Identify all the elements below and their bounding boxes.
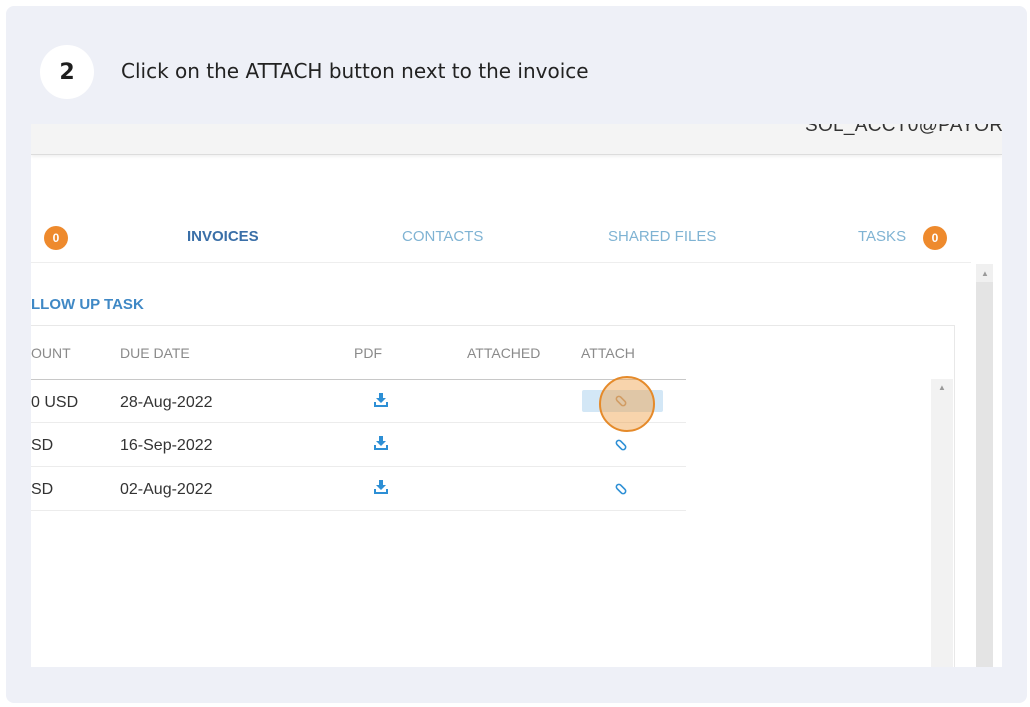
tab-divider — [31, 262, 971, 263]
pdf-download-icon[interactable] — [374, 393, 388, 407]
tasks-count-badge: 0 — [923, 226, 947, 250]
scroll-up-arrow-icon[interactable]: ▲ — [981, 270, 989, 278]
column-header-attach[interactable]: ATTACH — [581, 345, 635, 361]
column-header-pdf[interactable]: PDF — [354, 345, 382, 361]
step-number-badge: 2 — [40, 45, 94, 99]
header-divider — [31, 379, 686, 380]
row-amount: 0 USD — [31, 394, 79, 411]
page-scrollbar-thumb[interactable] — [976, 282, 993, 667]
attach-paperclip-icon[interactable] — [614, 482, 628, 496]
grid-scrollbar[interactable]: ▲ — [931, 379, 953, 667]
column-header-amount[interactable]: OUNT — [31, 345, 71, 361]
user-email[interactable]: SOL_ACCT0@PAYORCRM.( — [805, 124, 1002, 137]
column-header-due-date[interactable]: DUE DATE — [120, 345, 190, 361]
app-screenshot: SOL_ACCT0@PAYORCRM.( 0 INVOICES CONTACTS… — [31, 124, 1002, 667]
row-due-date: 28-Aug-2022 — [120, 394, 213, 411]
row-amount: SD — [31, 437, 54, 454]
row-divider — [31, 466, 686, 467]
row-divider — [31, 422, 686, 423]
pdf-download-icon[interactable] — [374, 480, 388, 494]
app-header-bar: SOL_ACCT0@PAYORCRM.( — [31, 124, 1002, 155]
tab-count-badge: 0 — [44, 226, 68, 250]
grid-scroll-up-arrow-icon[interactable]: ▲ — [938, 384, 946, 392]
row-due-date: 02-Aug-2022 — [120, 481, 213, 498]
tab-tasks[interactable]: TASKS — [858, 228, 906, 245]
page-scrollbar[interactable]: ▲ — [976, 264, 993, 667]
row-amount: SD — [31, 481, 54, 498]
pdf-download-icon[interactable] — [374, 436, 388, 450]
attach-paperclip-icon[interactable] — [614, 438, 628, 452]
row-due-date: 16-Sep-2022 — [120, 437, 213, 454]
column-header-attached[interactable]: ATTACHED — [467, 345, 540, 361]
click-indicator — [599, 376, 655, 432]
tab-shared-files[interactable]: SHARED FILES — [608, 228, 716, 245]
follow-up-task-link[interactable]: LLOW UP TASK — [31, 296, 144, 313]
step-instruction: Click on the ATTACH button next to the i… — [121, 59, 589, 83]
tab-invoices[interactable]: INVOICES — [187, 228, 259, 245]
tab-contacts[interactable]: CONTACTS — [402, 228, 483, 245]
row-divider — [31, 510, 686, 511]
